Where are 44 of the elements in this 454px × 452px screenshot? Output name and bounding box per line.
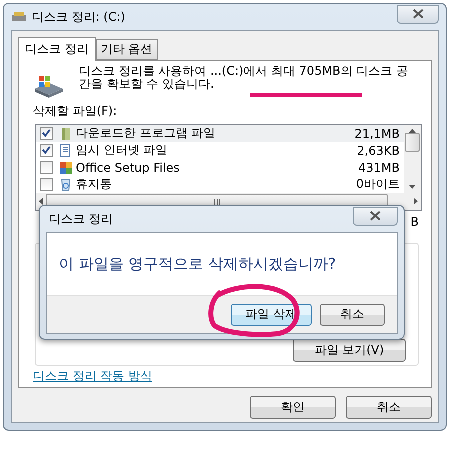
cancel-button[interactable]: 취소 bbox=[320, 304, 385, 326]
checkbox[interactable] bbox=[40, 127, 53, 140]
disk-icon bbox=[11, 11, 27, 23]
recycle-bin-icon bbox=[59, 178, 73, 192]
file-name: 다운로드한 프로그램 파일 bbox=[76, 125, 217, 142]
dialog-title: 디스크 정리 bbox=[49, 210, 113, 228]
file-name: Office Setup Files bbox=[76, 160, 181, 174]
scroll-right-icon[interactable] bbox=[414, 198, 418, 205]
file-row[interactable]: Office Setup Files 431MB bbox=[36, 159, 404, 176]
vertical-scrollbar[interactable] bbox=[404, 125, 421, 193]
file-row[interactable]: 다운로드한 프로그램 파일 21,1MB bbox=[36, 125, 404, 142]
file-size: 2,63KB bbox=[357, 144, 400, 158]
close-button[interactable] bbox=[397, 4, 439, 24]
help-link[interactable]: 디스크 정리 작동 방식 bbox=[33, 368, 152, 385]
scroll-left-icon[interactable] bbox=[39, 198, 43, 205]
close-button[interactable] bbox=[353, 206, 398, 226]
description-text: 디스크 정리를 사용하여 ...(C:)에서 최대 705MB의 디스크 공간을 확보할 수 있습니다. bbox=[79, 65, 410, 91]
close-icon bbox=[412, 9, 424, 19]
cancel-button[interactable]: 취소 bbox=[346, 396, 432, 419]
file-size: 21,1MB bbox=[354, 126, 400, 140]
file-size: 431MB bbox=[358, 160, 400, 174]
file-row[interactable]: 임시 인터넷 파일 2,63KB bbox=[36, 142, 404, 159]
checkbox[interactable] bbox=[40, 161, 53, 174]
files-label: 삭제할 파일(F): bbox=[33, 103, 118, 120]
file-size: 0바이트 bbox=[356, 176, 400, 193]
document-icon bbox=[59, 144, 73, 158]
file-name: 임시 인터넷 파일 bbox=[76, 142, 169, 159]
window-title: 디스크 정리: (C:) bbox=[32, 8, 126, 26]
folder-icon bbox=[59, 126, 73, 140]
close-icon bbox=[370, 211, 381, 221]
disk-cleanup-icon bbox=[33, 73, 65, 99]
dialog-message: 이 파일을 영구적으로 삭제하시겠습니까? bbox=[59, 254, 336, 274]
scroll-down-icon[interactable] bbox=[409, 185, 416, 189]
checkbox[interactable] bbox=[40, 178, 53, 191]
file-name: 휴지통 bbox=[76, 176, 113, 193]
file-row[interactable]: 휴지통 0바이트 bbox=[36, 176, 404, 193]
office-icon bbox=[59, 160, 73, 174]
ok-button[interactable]: 확인 bbox=[250, 396, 336, 419]
grip-icon bbox=[214, 198, 220, 204]
tab[interactable]: 디스크 정리 bbox=[18, 37, 96, 61]
tab[interactable]: 기타 옵션 bbox=[96, 39, 158, 60]
space-gain-value: B bbox=[410, 215, 419, 229]
view-files-button[interactable]: 파일 보기(V) bbox=[293, 339, 406, 362]
checkbox[interactable] bbox=[40, 144, 53, 157]
